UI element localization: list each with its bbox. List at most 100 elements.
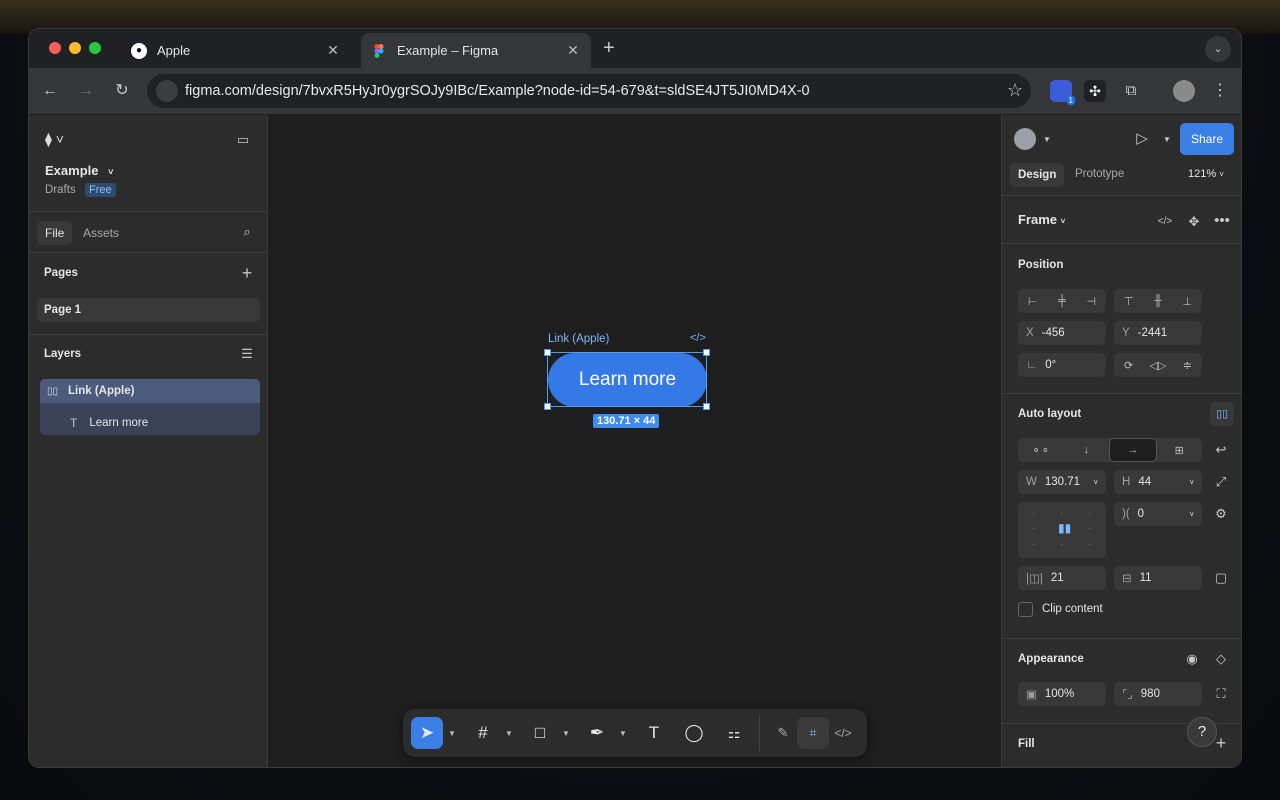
x-position-field[interactable]: X -456 bbox=[1018, 321, 1106, 345]
file-name[interactable]: Example ˅ bbox=[45, 163, 113, 178]
figma-extension-icon[interactable]: ✣ bbox=[1084, 80, 1106, 102]
align-top-icon[interactable]: ⊤ bbox=[1114, 289, 1143, 313]
figma-menu-icon[interactable]: ⧫ ˅ bbox=[45, 131, 64, 148]
alignment-grid[interactable]: · · · · ▮▮ · · · · bbox=[1018, 502, 1106, 558]
present-play-icon[interactable]: ▷ bbox=[1133, 130, 1151, 148]
dev-mode-code-icon[interactable]: </> bbox=[690, 332, 706, 344]
layer-item[interactable]: ▯▯ Link (Apple) bbox=[40, 379, 260, 403]
canvas[interactable]: Link (Apple) </> Learn more 130.71 × 44 … bbox=[269, 115, 1001, 767]
height-field[interactable]: H 44 ˅ bbox=[1114, 470, 1202, 494]
layout-vertical-icon[interactable]: ↓ bbox=[1064, 438, 1110, 462]
tab-design[interactable]: Design bbox=[1010, 163, 1065, 187]
draw-mode-icon[interactable]: ✎ bbox=[767, 717, 799, 749]
chevron-down-icon[interactable]: ▼ bbox=[619, 729, 627, 738]
layout-grid-icon[interactable]: ⊞ bbox=[1157, 438, 1203, 462]
move-tool-icon[interactable]: ➤ bbox=[411, 717, 443, 749]
width-field[interactable]: W 130.71 ˅ bbox=[1018, 470, 1106, 494]
align-middle-icon[interactable]: ╫ bbox=[1143, 289, 1172, 313]
back-button[interactable]: ← bbox=[39, 80, 61, 102]
tab-search-button[interactable]: ⌄ bbox=[1205, 36, 1231, 62]
individual-corners-icon[interactable]: ⛶ bbox=[1212, 685, 1230, 703]
clip-content-checkbox[interactable] bbox=[1018, 602, 1033, 617]
code-icon[interactable]: </> bbox=[1156, 213, 1174, 231]
component-icon[interactable]: ✥ bbox=[1185, 213, 1203, 231]
frame-tool-icon[interactable]: # bbox=[467, 717, 499, 749]
flip-horizontal-icon[interactable]: ◁▷ bbox=[1143, 353, 1172, 377]
chevron-down-icon[interactable]: ▼ bbox=[448, 729, 456, 738]
url-text[interactable]: figma.com/design/7bvxR5HyJr0ygrSOJy9IBc/… bbox=[185, 83, 810, 99]
corner-radius-field[interactable]: ⌜⌟ 980 bbox=[1114, 682, 1202, 706]
pen-tool-icon[interactable]: ✒ bbox=[581, 717, 613, 749]
frame-type-dropdown[interactable]: Frame ˅ bbox=[1018, 212, 1065, 227]
minimize-window-button[interactable] bbox=[69, 42, 81, 54]
blend-mode-icon[interactable]: ◇ bbox=[1212, 650, 1230, 668]
bookmark-star-icon[interactable]: ☆ bbox=[1007, 80, 1023, 101]
individual-padding-icon[interactable]: ▢ bbox=[1212, 569, 1230, 587]
rotate-icon[interactable]: ⟳ bbox=[1114, 353, 1143, 377]
tab-apple[interactable]: ● Apple ✕ bbox=[121, 33, 351, 68]
site-settings-icon[interactable] bbox=[156, 80, 178, 102]
layout-free-icon[interactable]: ⚬⚬ bbox=[1018, 438, 1064, 462]
page-item[interactable]: Page 1 bbox=[37, 298, 260, 322]
zoom-window-button[interactable] bbox=[89, 42, 101, 54]
advanced-settings-icon[interactable]: ⚙ bbox=[1212, 505, 1230, 523]
address-bar[interactable]: figma.com/design/7bvxR5HyJr0ygrSOJy9IBc/… bbox=[147, 74, 1031, 108]
forward-button[interactable]: → bbox=[75, 80, 97, 102]
rectangle-tool-icon[interactable]: □ bbox=[524, 717, 556, 749]
frame-label[interactable]: Link (Apple) bbox=[548, 333, 609, 345]
text-tool-icon[interactable]: T bbox=[638, 717, 670, 749]
comment-tool-icon[interactable]: ◯ bbox=[678, 717, 710, 749]
user-avatar[interactable] bbox=[1014, 128, 1036, 150]
bitwarden-extension-icon[interactable]: 1 bbox=[1050, 80, 1075, 105]
resize-handle[interactable] bbox=[703, 403, 710, 410]
close-tab-icon[interactable]: ✕ bbox=[565, 42, 581, 59]
align-center-h-icon[interactable]: ╪ bbox=[1047, 289, 1076, 313]
opacity-field[interactable]: ▣ 100% bbox=[1018, 682, 1106, 706]
close-tab-icon[interactable]: ✕ bbox=[325, 42, 341, 59]
search-icon[interactable]: ⌕ bbox=[238, 223, 256, 241]
y-position-field[interactable]: Y -2441 bbox=[1114, 321, 1202, 345]
collapse-layers-icon[interactable]: ☰ bbox=[238, 345, 256, 363]
resize-constraints-icon[interactable]: ⤢ bbox=[1212, 473, 1230, 491]
tab-figma[interactable]: Example – Figma ✕ bbox=[361, 33, 591, 68]
tab-assets[interactable]: Assets bbox=[83, 226, 119, 240]
align-left-icon[interactable]: ⊢ bbox=[1018, 289, 1047, 313]
reload-button[interactable]: ↻ bbox=[111, 80, 133, 102]
zoom-dropdown[interactable]: 121% ˅ bbox=[1188, 168, 1224, 180]
flip-vertical-icon[interactable]: ≑ bbox=[1173, 353, 1202, 377]
horizontal-padding-field[interactable]: |◫| 21 bbox=[1018, 566, 1106, 590]
help-button[interactable]: ? bbox=[1187, 717, 1217, 747]
chevron-down-icon[interactable]: ▼ bbox=[1158, 131, 1176, 149]
profile-avatar[interactable] bbox=[1173, 80, 1195, 102]
rotation-field[interactable]: ∟ 0° bbox=[1018, 353, 1106, 377]
visibility-eye-icon[interactable]: ◉ bbox=[1183, 650, 1201, 668]
design-mode-icon[interactable]: ⌗ bbox=[797, 717, 829, 749]
layer-item[interactable]: T Learn more bbox=[40, 411, 260, 435]
dev-mode-icon[interactable]: </> bbox=[827, 717, 859, 749]
tab-file[interactable]: File bbox=[37, 221, 73, 245]
gap-field[interactable]: )(0 ˅ bbox=[1114, 502, 1202, 526]
sidebar-toggle-icon[interactable]: ▭ bbox=[234, 131, 252, 149]
align-bottom-icon[interactable]: ⊥ bbox=[1173, 289, 1202, 313]
more-options-icon[interactable]: ••• bbox=[1213, 212, 1231, 230]
align-right-icon[interactable]: ⊣ bbox=[1077, 289, 1106, 313]
vertical-padding-field[interactable]: ⊟ 11 bbox=[1114, 566, 1202, 590]
chevron-down-icon[interactable]: ▼ bbox=[505, 729, 513, 738]
close-window-button[interactable] bbox=[49, 42, 61, 54]
chevron-down-icon[interactable]: ▼ bbox=[1038, 131, 1056, 149]
actions-tool-icon[interactable]: ⚏ bbox=[718, 717, 750, 749]
new-tab-button[interactable]: + bbox=[603, 37, 615, 60]
drafts-label[interactable]: Drafts bbox=[45, 184, 76, 196]
resize-handle[interactable] bbox=[544, 403, 551, 410]
resize-handle[interactable] bbox=[544, 349, 551, 356]
add-page-icon[interactable]: + bbox=[238, 264, 256, 282]
resize-handle[interactable] bbox=[703, 349, 710, 356]
layout-horizontal-icon[interactable]: → bbox=[1109, 438, 1157, 462]
share-button[interactable]: Share bbox=[1180, 123, 1234, 155]
extensions-puzzle-icon[interactable]: ⧉ bbox=[1120, 80, 1142, 102]
tab-prototype[interactable]: Prototype bbox=[1075, 168, 1124, 180]
browser-menu-icon[interactable]: ⋮ bbox=[1209, 80, 1231, 102]
auto-layout-settings-icon[interactable]: ▯▯ bbox=[1210, 402, 1234, 426]
chevron-down-icon[interactable]: ▼ bbox=[562, 729, 570, 738]
wrap-icon[interactable]: ↩ bbox=[1212, 441, 1230, 459]
